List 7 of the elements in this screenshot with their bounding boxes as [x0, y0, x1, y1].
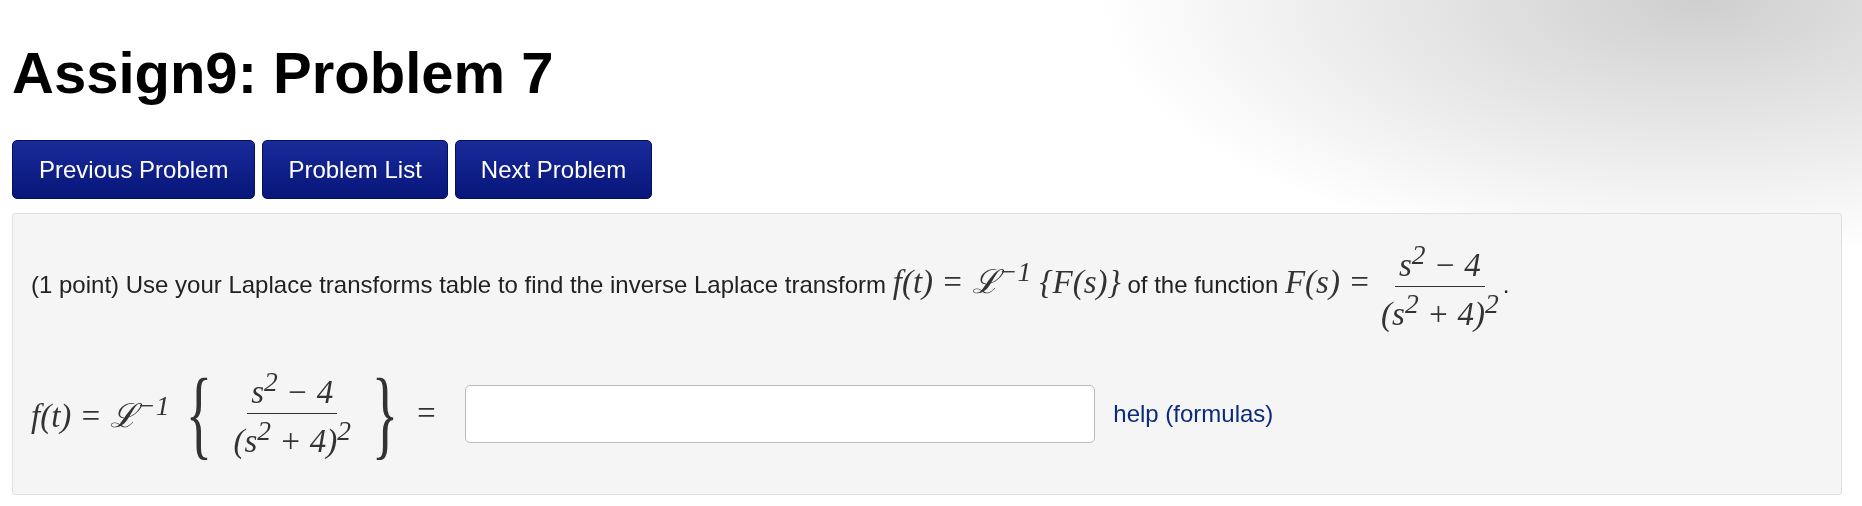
- help-link[interactable]: help (formulas): [1113, 399, 1274, 428]
- nav-button[interactable]: Next Problem: [454, 140, 653, 199]
- nav-button[interactable]: Previous Problem: [12, 140, 256, 199]
- problem-statement: (1 point) Use your Laplace transforms table to find the inverse Laplace transform f(t) = ℒ$^{−1}$ {F(s)} of the function F(s) = s$^{2}$ − 4 (s$^{2}$ + 4)$^{2}$ .: [31, 238, 1511, 335]
- nav-button[interactable]: Problem List: [262, 140, 448, 199]
- answer-field[interactable]: [465, 384, 1096, 443]
- answer-formula: f(t) = ℒ$^{−1}$ { s$^{2}$ − 4 (s$^{2}$ + 4)$^{2}$ } =: [31, 363, 438, 464]
